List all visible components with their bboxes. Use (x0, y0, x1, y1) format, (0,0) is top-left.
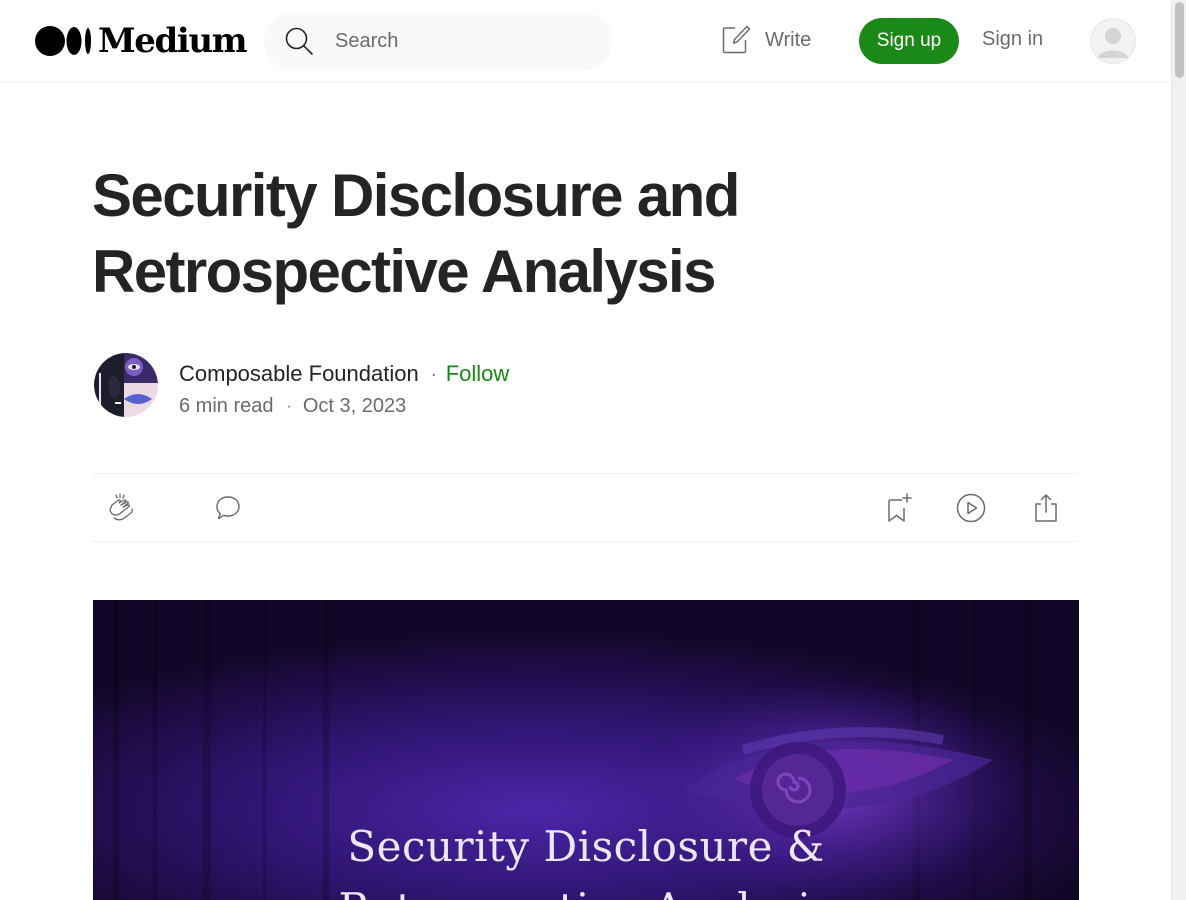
hero-title: Security Disclosure & Retrospective Anal… (93, 816, 1079, 900)
share-button[interactable] (1028, 490, 1064, 526)
sign-in-link[interactable]: Sign in (982, 28, 1043, 51)
comment-button[interactable] (210, 490, 246, 526)
comment-icon (216, 496, 240, 520)
user-avatar[interactable] (1090, 18, 1136, 64)
author-avatar[interactable] (94, 353, 158, 417)
hero-title-line-2: Retrospective Analysis (93, 878, 1079, 900)
read-time: 6 min read (179, 395, 274, 417)
search-icon (285, 27, 313, 55)
default-avatar-icon (1090, 18, 1136, 64)
article-meta: 6 min read · Oct 3, 2023 (179, 395, 406, 418)
article-title: Security Disclosure and Retrospective An… (92, 162, 740, 305)
hero-image: Security Disclosure & Retrospective Anal… (93, 600, 1079, 900)
vertical-scrollbar[interactable] (1171, 0, 1186, 900)
write-button[interactable]: Write (720, 23, 811, 57)
scrollbar-thumb[interactable] (1175, 2, 1184, 78)
play-icon (956, 493, 986, 523)
author-name-link[interactable]: Composable Foundation (179, 360, 419, 388)
separator-dot: · (286, 397, 292, 415)
author-line: Composable Foundation · Follow (179, 360, 509, 388)
share-icon (1035, 494, 1057, 522)
follow-button[interactable]: Follow (446, 360, 510, 388)
listen-button[interactable] (953, 490, 989, 526)
top-navigation-bar: Medium Write Sign up Sign in (0, 0, 1171, 83)
bookmark-button[interactable] (880, 490, 916, 526)
medium-wordmark: Medium (98, 21, 248, 61)
bookmark-add-icon (888, 493, 912, 522)
author-avatar-image (94, 353, 158, 417)
medium-logo[interactable]: Medium (35, 21, 248, 61)
search-box[interactable] (264, 12, 612, 70)
clap-button[interactable] (103, 490, 139, 526)
sign-up-button[interactable]: Sign up (859, 18, 959, 64)
separator-dot: · (430, 364, 437, 384)
publish-date: Oct 3, 2023 (302, 395, 407, 417)
hero-title-line-1: Security Disclosure & (347, 822, 825, 871)
write-icon (722, 25, 751, 54)
write-label: Write (765, 28, 812, 51)
clap-icon (109, 493, 133, 521)
medium-logo-mark (35, 26, 91, 56)
search-input[interactable] (333, 28, 583, 54)
article-action-bar (92, 473, 1079, 542)
